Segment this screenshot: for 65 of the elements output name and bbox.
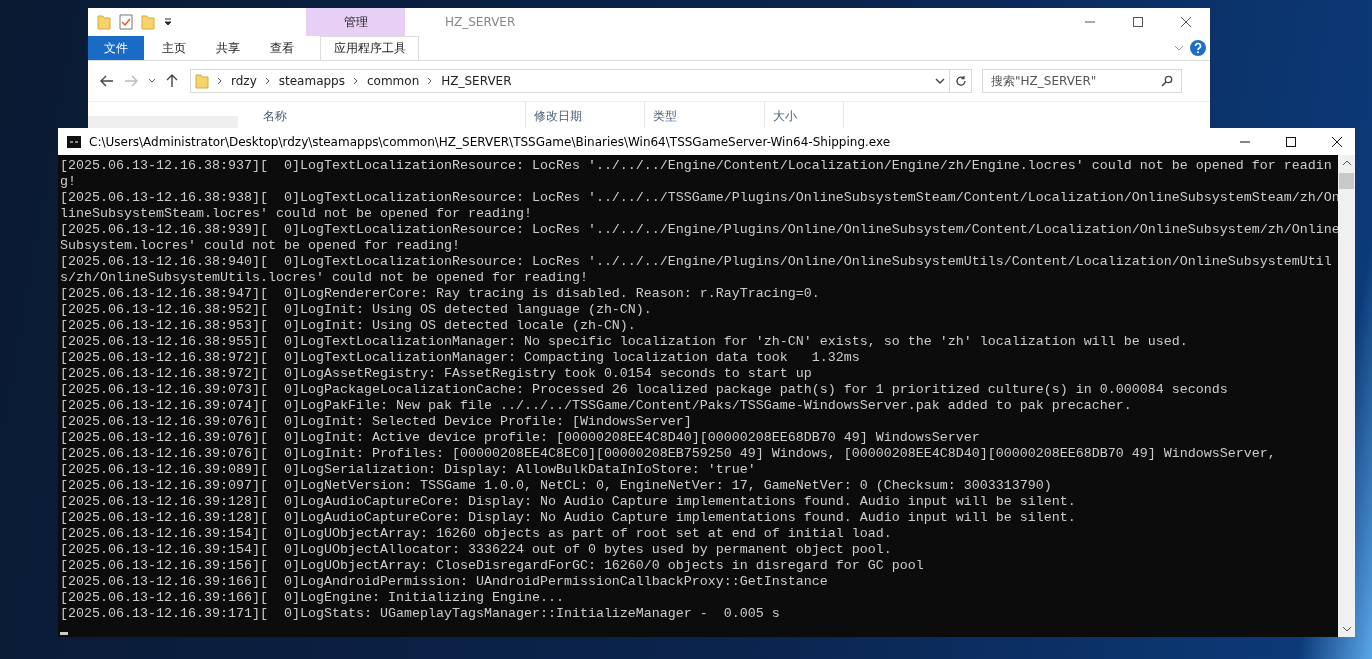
address-bar[interactable]: rdzy steamapps common HZ_SERVER bbox=[190, 69, 950, 93]
back-icon[interactable] bbox=[100, 75, 114, 87]
log-line: [2025.06.13-12.16.39:154][ 0]LogUObjectAllocator: 3336224 out of 0 bytes used by permanent object pool. bbox=[60, 542, 893, 558]
close-icon[interactable] bbox=[1180, 16, 1192, 28]
window-title: C:\Users\Administrator\Desktop\rdzy\steamapps\common\HZ_SERVER\TSSGame\Binaries\Win64\TSSGameServer-Win64-Shipping.exe bbox=[89, 134, 891, 149]
maximize-icon[interactable] bbox=[1132, 16, 1144, 28]
log-line: [2025.06.13-12.16.38:940][ 0]LogTextLocalizationResource: LocRes '../../../Engine/Plugins/Online/OnlineSubsystemUtils/Content/Localization/OnlineSubsystemUtils/zh/OnlineSubsystemUtils.locres' could not be opened for reading! bbox=[60, 254, 1333, 286]
scrollbar[interactable] bbox=[1338, 155, 1355, 637]
log-line: [2025.06.13-12.16.39:166][ 0]LogEngine: Initializing Engine... bbox=[60, 590, 565, 606]
ribbon-tab[interactable]: 查看 bbox=[258, 36, 306, 60]
breadcrumb[interactable]: rdzy bbox=[231, 74, 257, 88]
text-cursor bbox=[60, 632, 68, 635]
search-icon[interactable] bbox=[1161, 75, 1173, 87]
dropdown-icon[interactable] bbox=[935, 77, 945, 85]
chevron-right-icon[interactable] bbox=[353, 77, 359, 85]
log-line: [2025.06.13-12.16.38:972][ 0]LogTextLocalizationManager: Compacting localization data took 1.32ms bbox=[60, 350, 861, 366]
log-line: [2025.06.13-12.16.39:074][ 0]LogPakFile: New pak file ../../../TSSGame/Content/Paks/TSSGame-WindowsServer.pak added to pak precacher. bbox=[60, 398, 1133, 414]
log-line: [2025.06.13-12.16.39:154][ 0]LogUObjectArray: 16260 objects as part of root set at end of initial load. bbox=[60, 526, 893, 542]
refresh-icon bbox=[954, 75, 967, 87]
log-line: [2025.06.13-12.16.39:171][ 0]LogStats: UGameplayTagsManager::InitializeManager - 0.005 s bbox=[60, 606, 781, 622]
log-line: [2025.06.13-12.16.38:972][ 0]LogAssetRegistry: FAssetRegistry took 0.0154 seconds to start up bbox=[60, 366, 813, 382]
ribbon-tab[interactable]: 主页 bbox=[150, 36, 198, 60]
up-icon[interactable] bbox=[166, 74, 178, 88]
log-line: [2025.06.13-12.16.38:953][ 0]LogInit: Using OS detected locale (zh-CN). bbox=[60, 318, 637, 334]
folder-icon bbox=[195, 73, 209, 89]
recent-dropdown-icon[interactable] bbox=[148, 78, 156, 84]
chevron-icon[interactable] bbox=[1174, 44, 1184, 52]
refresh-button[interactable] bbox=[950, 69, 972, 93]
log-line: [2025.06.13-12.16.39:089][ 0]LogSerialization: Display: AllowBulkDataInIoStore: 'true' bbox=[60, 462, 757, 478]
close-icon[interactable] bbox=[1331, 135, 1343, 148]
maximize-icon[interactable] bbox=[1285, 135, 1297, 148]
log-line: [2025.06.13-12.16.38:938][ 0]LogTextLocalizationResource: LocRes '../../../TSSGame/Plugins/OnlineSubsystemSteam/Content/Localization/OnlineSubsystemSteam/zh/OnlineSubsystemSteam.locres' could not be opened for reading! bbox=[60, 190, 1338, 222]
chevron-right-icon[interactable] bbox=[264, 77, 271, 85]
log-line: [2025.06.13-12.16.38:952][ 0]LogInit: Using OS detected language (zh-CN). bbox=[60, 302, 653, 318]
context-tab-header: 管理 bbox=[306, 8, 405, 36]
scroll-down-icon[interactable] bbox=[1341, 625, 1352, 633]
breadcrumb[interactable]: steamapps bbox=[278, 74, 345, 88]
log-line: [2025.06.13-12.16.39:073][ 0]LogPackageLocalizationCache: Processed 26 localized package path(s) for 1 prioritized culture(s) in 0.000084 seconds bbox=[60, 382, 1229, 398]
log-line: [2025.06.13-12.16.39:128][ 0]LogAudioCaptureCore: Display: No Audio Capture implementations found. Audio input will be silent. bbox=[60, 510, 1077, 526]
log-line: [2025.06.13-12.16.38:947][ 0]LogRendererCore: Ray tracing is disabled. Reason: r.RayTracing=0. bbox=[60, 286, 821, 302]
console-icon bbox=[67, 135, 81, 148]
ribbon-tab[interactable]: 共享 bbox=[204, 36, 252, 60]
log-line: [2025.06.13-12.16.39:128][ 0]LogAudioCaptureCore: Display: No Audio Capture implementations found. Audio input will be silent. bbox=[60, 494, 1077, 510]
help-icon[interactable] bbox=[1190, 40, 1206, 56]
log-line: [2025.06.13-12.16.38:955][ 0]LogTextLocalizationManager: No specific localization for 'zh-CN' exists, so the 'zh' localization will be used. bbox=[60, 334, 1189, 350]
log-line: [2025.06.13-12.16.39:166][ 0]LogAndroidPermission: UAndroidPermissionCallbackProxy::GetInstance bbox=[60, 574, 829, 590]
scroll-up-icon[interactable] bbox=[1341, 159, 1352, 167]
scrollbar-thumb[interactable] bbox=[1339, 173, 1354, 189]
dropdown-icon[interactable] bbox=[163, 17, 173, 27]
breadcrumb[interactable]: common bbox=[367, 74, 420, 88]
chevron-right-icon[interactable] bbox=[427, 77, 434, 85]
log-line: [2025.06.13-12.16.39:156][ 0]LogUObjectArray: CloseDisregardForGC: 16260/0 objects in disregard for GC pool bbox=[60, 558, 925, 574]
log-line: [2025.06.13-12.16.38:937][ 0]LogTextLocalizationResource: LocRes '../../../Engine/Content/Localization/Engine/zh/Engine.locres' could not be opened for reading! bbox=[60, 158, 1333, 190]
chevron-right-icon[interactable] bbox=[217, 77, 223, 85]
window-title: HZ_SERVER bbox=[445, 15, 516, 29]
properties-icon[interactable] bbox=[119, 14, 133, 30]
log-line: [2025.06.13-12.16.39:076][ 0]LogInit: Profiles: [00000208EE4C8EC0][00000208EB759250 49] Windows, [00000208EE4C8D40][00000208EE68DB70 49] WindowsServer, bbox=[60, 446, 1277, 462]
log-line: [2025.06.13-12.16.39:076][ 0]LogInit: Active device profile: [00000208EE4C8D40][00000208EE68DB70 49] WindowsServer bbox=[60, 430, 981, 446]
log-line: [2025.06.13-12.16.39:076][ 0]LogInit: Selected Device Profile: [WindowsServer] bbox=[60, 414, 693, 430]
search-field[interactable]: 搜索"HZ_SERVER" bbox=[982, 69, 1182, 93]
breadcrumb[interactable]: HZ_SERVER bbox=[441, 74, 512, 88]
ribbon-tab[interactable]: 文件 bbox=[88, 36, 144, 60]
ribbon-tab[interactable]: 应用程序工具 bbox=[320, 36, 419, 60]
log-line: [2025.06.13-12.16.38:939][ 0]LogTextLocalizationResource: LocRes '../../../Engine/Plugins/Online/OnlineSubsystem/Content/Localization/OnlineSubsystem/zh/OnlineSubsystem.locres' could not be opened for reading! bbox=[60, 222, 1338, 254]
log-line: [2025.06.13-12.16.39:097][ 0]LogNetVersion: TSSGame 1.0.0, NetCL: 0, EngineNetVer: 17, GameNetVer: 0 (Checksum: 3003313790) bbox=[60, 478, 1053, 494]
